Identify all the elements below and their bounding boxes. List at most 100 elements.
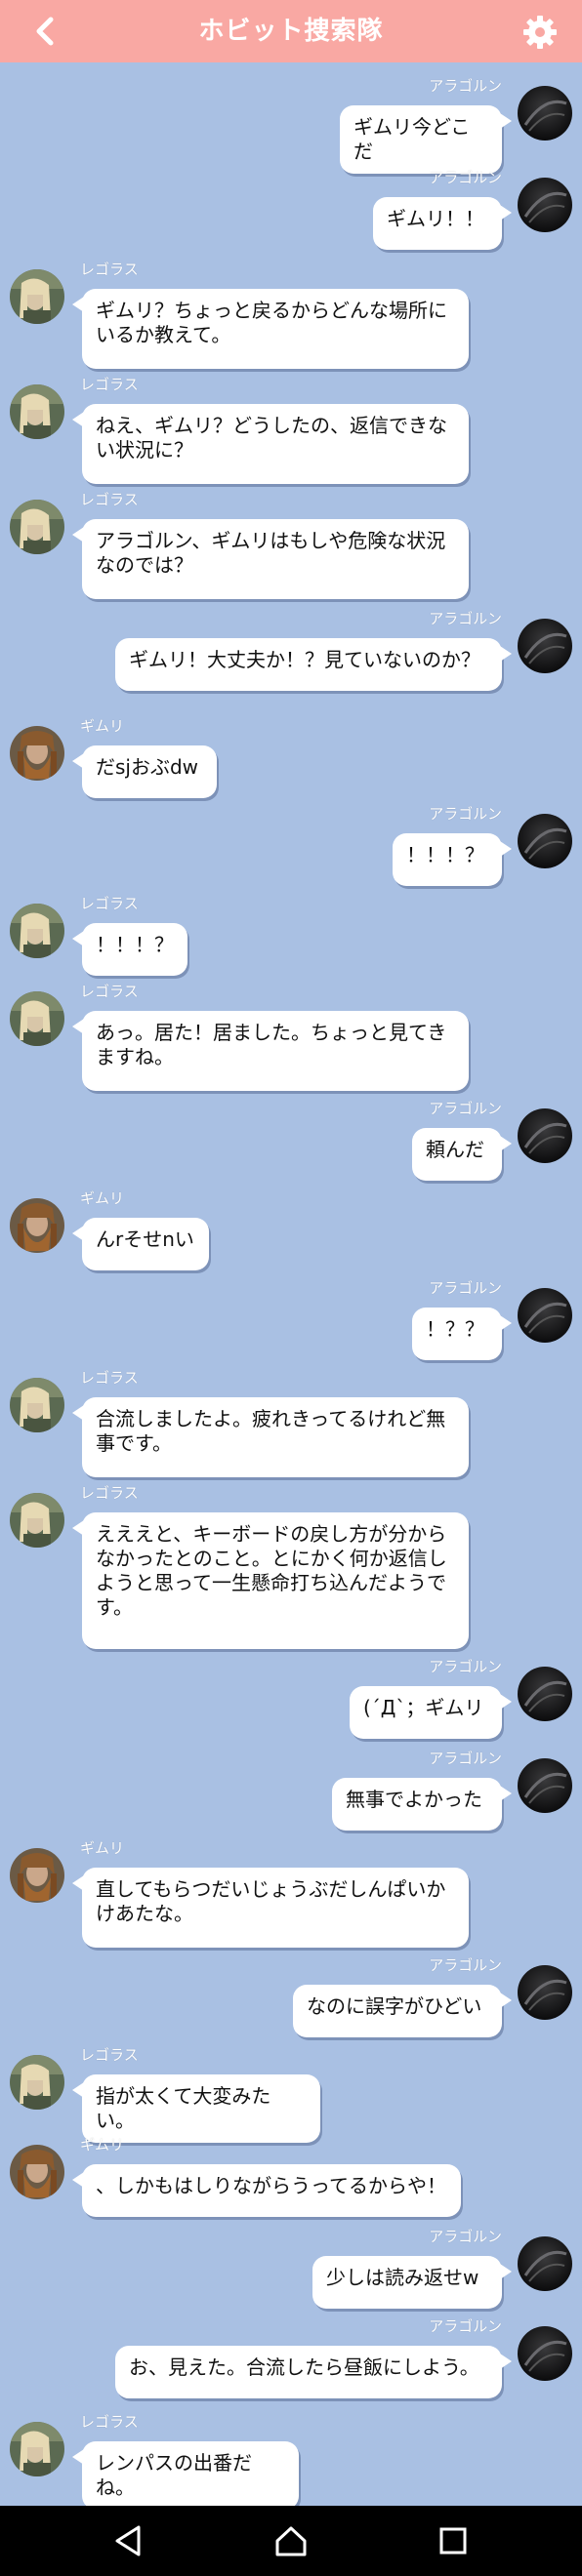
avatar-legolas[interactable]: [10, 1493, 64, 1548]
avatar-aragorn[interactable]: [518, 814, 572, 868]
sender-name: アラゴルン: [429, 1279, 502, 1297]
sender-name: アラゴルン: [429, 1956, 502, 1974]
message-row: アラゴルンお、見えた。合流したら昼飯にしよう。: [0, 2318, 582, 2406]
avatar-legolas[interactable]: [10, 2055, 64, 2110]
system-navigation-bar: [0, 2506, 582, 2576]
message-bubble[interactable]: (´Д`；ギムリ: [350, 1686, 512, 1739]
avatar-gimli[interactable]: [10, 1198, 64, 1253]
sender-name: レゴラス: [80, 895, 139, 912]
avatar-legolas[interactable]: [10, 500, 64, 554]
avatar-aragorn[interactable]: [518, 2236, 572, 2291]
avatar-aragorn[interactable]: [518, 2326, 572, 2381]
chat-timeline[interactable]: アラゴルン ギムリ今どこだ アラゴルン ギムリ！！ レゴラス ギムリ？ちょっと戻るからどん…: [0, 62, 582, 2510]
avatar-legolas[interactable]: [10, 269, 64, 324]
message-bubble[interactable]: んrそせnい: [72, 1218, 209, 1270]
message-bubble[interactable]: ！！！？: [72, 923, 187, 976]
message-bubble[interactable]: ギムリ！！: [373, 197, 512, 250]
message-bubble[interactable]: 無事でよかった: [332, 1778, 512, 1831]
message-bubble[interactable]: ギムリ！大丈夫か！？見ていないのか？: [115, 638, 512, 691]
nav-back-icon[interactable]: [111, 2523, 146, 2558]
message-row: レゴラス合流しましたよ。疲れきってるけれど無事です。: [0, 1370, 582, 1485]
sender-name: アラゴルン: [429, 1658, 502, 1675]
sender-name: レゴラス: [80, 1369, 139, 1387]
sender-name: アラゴルン: [429, 2228, 502, 2245]
message-row: アラゴルン無事でよかった: [0, 1751, 582, 1838]
message-bubble[interactable]: アラゴルン、ギムリはもしや危険な状況なのでは？: [72, 519, 469, 599]
message-bubble[interactable]: だsjおぶdw: [72, 745, 217, 798]
message-row: レゴラスアラゴルン、ギムリはもしや危険な状況なのでは？: [0, 492, 582, 607]
message-bubble[interactable]: あっ。居た！居ました。ちょっと見てきますね。: [72, 1011, 469, 1091]
sender-name: レゴラス: [80, 2413, 139, 2431]
sender-name: アラゴルン: [429, 169, 502, 186]
message-bubble[interactable]: ギムリ？ちょっと戻るからどんな場所にいるか教えて。: [72, 289, 469, 369]
sender-name: アラゴルン: [429, 2317, 502, 2335]
sender-name: レゴラス: [80, 1484, 139, 1502]
avatar-aragorn[interactable]: [518, 1108, 572, 1163]
sender-name: ギムリ: [80, 1839, 125, 1857]
message-bubble[interactable]: ！？？: [412, 1308, 512, 1360]
app-header: ホビット捜索隊: [0, 0, 582, 62]
avatar-legolas[interactable]: [10, 384, 64, 439]
message-row: アラゴルンなのに誤字がひどい: [0, 1957, 582, 2045]
settings-gear-icon[interactable]: [521, 14, 559, 51]
sender-name: レゴラス: [80, 491, 139, 508]
message-bubble[interactable]: ねえ、ギムリ？どうしたの、返信できない状況に？: [72, 404, 469, 484]
nav-home-icon[interactable]: [273, 2523, 309, 2558]
message-row: アラゴルン ！？？: [0, 1280, 582, 1368]
message-row: レゴラスえええと、キーボードの戻し方が分からなかったとのこと。とにかく何か返信し…: [0, 1485, 582, 1657]
sender-name: ギムリ: [80, 2136, 125, 2153]
avatar-gimli[interactable]: [10, 726, 64, 781]
avatar-aragorn[interactable]: [518, 178, 572, 232]
message-bubble[interactable]: えええと、キーボードの戻し方が分からなかったとのこと。とにかく何か返信しようと思…: [72, 1512, 469, 1649]
sender-name: アラゴルン: [429, 1750, 502, 1767]
message-row: レゴラスあっ。居た！居ました。ちょっと見てきますね。: [0, 984, 582, 1099]
chat-title: ホビット捜索隊: [198, 17, 384, 46]
avatar-legolas[interactable]: [10, 2422, 64, 2476]
message-row: ギムリ、しかもはしりながらうってるからや！: [0, 2137, 582, 2225]
message-bubble[interactable]: ！！！？: [393, 833, 512, 886]
avatar-aragorn[interactable]: [518, 1288, 572, 1343]
message-row: ギムリんrそせnい: [0, 1190, 582, 1278]
message-row: アラゴルン ！！！？: [0, 806, 582, 894]
nav-recents-icon[interactable]: [436, 2523, 471, 2558]
message-bubble[interactable]: お、見えた。合流したら昼飯にしよう。: [115, 2346, 512, 2398]
sender-name: ギムリ: [80, 1189, 125, 1207]
sender-name: アラゴルン: [429, 610, 502, 627]
sender-name: アラゴルン: [429, 1100, 502, 1117]
message-row: レゴラスレンパスの出番だね。: [0, 2413, 582, 2510]
message-row: アラゴルン (´Д`；ギムリ: [0, 1659, 582, 1747]
avatar-aragorn[interactable]: [518, 1758, 572, 1813]
avatar-aragorn[interactable]: [518, 1667, 572, 1721]
avatar-legolas[interactable]: [10, 904, 64, 958]
message-bubble[interactable]: 指が太くて大変みたい。: [72, 2074, 320, 2143]
avatar-aragorn[interactable]: [518, 1965, 572, 2020]
message-row: レゴラス 指が太くて大変みたい。: [0, 2047, 582, 2143]
message-bubble[interactable]: 、しかもはしりながらうってるからや！: [72, 2164, 461, 2217]
message-row: アラゴルン頼んだ: [0, 1101, 582, 1188]
message-row: アラゴルンギムリ今どこだ: [0, 77, 582, 174]
avatar-legolas[interactable]: [10, 991, 64, 1046]
sender-name: レゴラス: [80, 983, 139, 1000]
message-row: アラゴルン少しは読み返せw: [0, 2229, 582, 2316]
message-row: アラゴルンギムリ！大丈夫か！？見ていないのか？: [0, 611, 582, 699]
message-bubble[interactable]: なのに誤字がひどい: [293, 1985, 512, 2037]
message-bubble[interactable]: 少しは読み返せw: [312, 2256, 512, 2309]
avatar-gimli[interactable]: [10, 1848, 64, 1903]
sender-name: レゴラス: [80, 261, 139, 278]
message-bubble[interactable]: 直してもらつだいじょうぶだしんぱいかけあたな。: [72, 1868, 469, 1948]
message-bubble[interactable]: 頼んだ: [412, 1128, 512, 1181]
avatar-gimli[interactable]: [10, 2145, 64, 2199]
sender-name: アラゴルン: [429, 805, 502, 823]
sender-name: ギムリ: [80, 717, 125, 735]
message-bubble[interactable]: ギムリ今どこだ: [340, 105, 512, 174]
message-bubble[interactable]: レンパスの出番だね。: [72, 2441, 299, 2510]
message-bubble[interactable]: 合流しましたよ。疲れきってるけれど無事です。: [72, 1397, 469, 1477]
avatar-legolas[interactable]: [10, 1378, 64, 1432]
message-row: ギムリ直してもらつだいじょうぶだしんぱいかけあたな。: [0, 1840, 582, 1955]
avatar-aragorn[interactable]: [518, 619, 572, 673]
message-row: レゴラス ねえ、ギムリ？どうしたの、返信できない状況に？: [0, 377, 582, 492]
message-row: レゴラスギムリ？ちょっと戻るからどんな場所にいるか教えて。: [0, 262, 582, 377]
avatar-aragorn[interactable]: [518, 86, 572, 141]
sender-name: アラゴルン: [429, 77, 502, 95]
message-row: ギムリだsjおぶdw: [0, 718, 582, 806]
